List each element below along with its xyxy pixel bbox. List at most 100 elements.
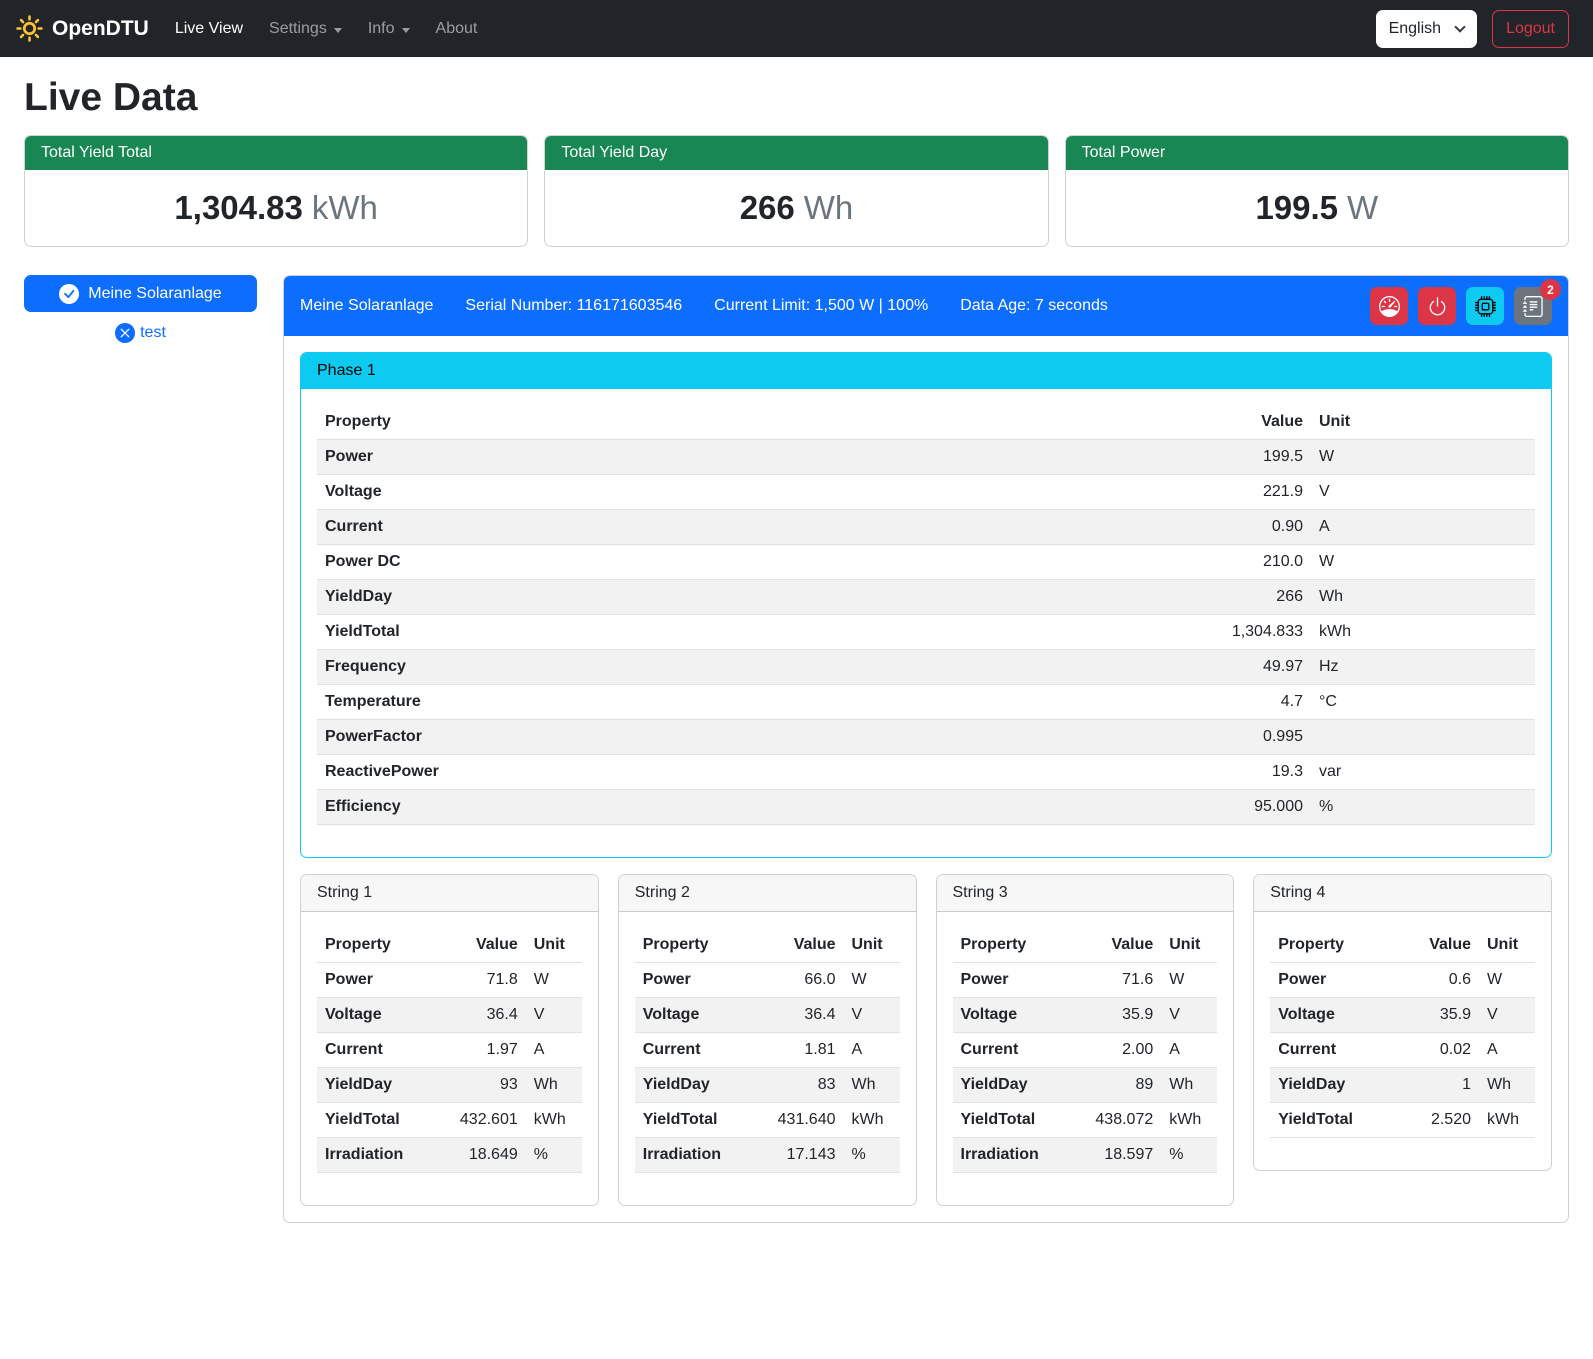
nav-item-info[interactable]: Info bbox=[368, 20, 410, 38]
property-label: Current bbox=[1270, 1033, 1387, 1068]
property-unit: Wh bbox=[1479, 1068, 1535, 1103]
table-row: Temperature4.7°C bbox=[317, 685, 1535, 720]
table-row: Voltage36.4V bbox=[635, 998, 900, 1033]
property-unit: % bbox=[844, 1138, 900, 1173]
property-unit: W bbox=[1479, 963, 1535, 998]
property-value: 19.3 bbox=[1191, 755, 1311, 790]
property-label: PowerFactor bbox=[317, 720, 1191, 755]
property-label: YieldTotal bbox=[953, 1103, 1070, 1138]
property-label: Current bbox=[635, 1033, 752, 1068]
column-header-property: Property bbox=[635, 928, 752, 963]
summary-card-total-yield-total: Total Yield Total 1,304.83kWh bbox=[24, 135, 528, 247]
inverter-actions: 2 bbox=[1370, 287, 1552, 325]
column-header-unit: Unit bbox=[1161, 928, 1217, 963]
nav-item-label: Info bbox=[368, 20, 395, 38]
property-value: 0.995 bbox=[1191, 720, 1311, 755]
property-label: YieldDay bbox=[317, 1068, 434, 1103]
language-select[interactable]: English bbox=[1376, 10, 1477, 48]
property-value: 2.520 bbox=[1387, 1103, 1479, 1138]
table-row: ReactivePower19.3var bbox=[317, 755, 1535, 790]
property-unit: Wh bbox=[1311, 580, 1535, 615]
brand[interactable]: OpenDTU bbox=[16, 15, 149, 42]
event-log-button[interactable]: 2 bbox=[1514, 287, 1552, 325]
table-row: PowerFactor0.995 bbox=[317, 720, 1535, 755]
string-card-title: String 2 bbox=[619, 875, 916, 912]
device-info-button[interactable] bbox=[1466, 287, 1504, 325]
property-value: 89 bbox=[1069, 1068, 1161, 1103]
summary-card-value: 1,304.83 bbox=[174, 189, 302, 226]
property-unit: % bbox=[526, 1138, 582, 1173]
summary-card-value: 266 bbox=[740, 189, 795, 226]
table-row: Current0.90A bbox=[317, 510, 1535, 545]
string-card: String 1 PropertyValueUnitPower71.8WVolta… bbox=[300, 874, 599, 1206]
property-value: 49.97 bbox=[1191, 650, 1311, 685]
property-unit: W bbox=[1161, 963, 1217, 998]
property-value: 93 bbox=[434, 1068, 526, 1103]
property-label: YieldTotal bbox=[317, 1103, 434, 1138]
column-header-unit: Unit bbox=[1479, 928, 1535, 963]
nav-item-settings[interactable]: Settings bbox=[269, 20, 342, 38]
property-value: 1,304.833 bbox=[1191, 615, 1311, 650]
table-row: YieldTotal432.601kWh bbox=[317, 1103, 582, 1138]
nav-item-about[interactable]: About bbox=[436, 20, 478, 38]
table-row: Power0.6W bbox=[1270, 963, 1535, 998]
property-label: Current bbox=[317, 1033, 434, 1068]
property-unit: Hz bbox=[1311, 650, 1535, 685]
property-label: Power bbox=[1270, 963, 1387, 998]
property-label: Power bbox=[635, 963, 752, 998]
nav-item-label: About bbox=[436, 20, 478, 38]
phase-data-table: Property Value Unit Power199.5WVoltage22… bbox=[317, 405, 1535, 825]
property-value: 266 bbox=[1191, 580, 1311, 615]
property-label: YieldDay bbox=[953, 1068, 1070, 1103]
property-label: YieldTotal bbox=[1270, 1103, 1387, 1138]
property-label: Current bbox=[317, 510, 1191, 545]
property-value: 71.6 bbox=[1069, 963, 1161, 998]
property-label: YieldDay bbox=[635, 1068, 752, 1103]
property-value: 35.9 bbox=[1069, 998, 1161, 1033]
property-value: 438.072 bbox=[1069, 1103, 1161, 1138]
table-row: Power71.8W bbox=[317, 963, 582, 998]
page-title: Live Data bbox=[24, 76, 1569, 120]
property-unit: A bbox=[526, 1033, 582, 1068]
inverter-card-header: Meine Solaranlage Serial Number: 1161716… bbox=[284, 276, 1568, 336]
string-card-title: String 1 bbox=[301, 875, 598, 912]
property-unit bbox=[1311, 720, 1535, 755]
property-value: 1.97 bbox=[434, 1033, 526, 1068]
property-unit: % bbox=[1311, 790, 1535, 825]
string-data-table: PropertyValueUnitPower0.6WVoltage35.9VCu… bbox=[1270, 928, 1535, 1138]
column-header-value: Value bbox=[434, 928, 526, 963]
column-header-property: Property bbox=[953, 928, 1070, 963]
inverter-select-button[interactable]: Meine Solaranlage bbox=[24, 275, 257, 312]
property-label: Efficiency bbox=[317, 790, 1191, 825]
summary-card-unit: W bbox=[1347, 189, 1378, 226]
property-value: 95.000 bbox=[1191, 790, 1311, 825]
inverter-alt-label[interactable]: test bbox=[140, 324, 166, 342]
limit-settings-button[interactable] bbox=[1370, 287, 1408, 325]
logout-button[interactable]: Logout bbox=[1492, 10, 1569, 48]
property-value: 83 bbox=[752, 1068, 844, 1103]
power-icon bbox=[1427, 296, 1448, 317]
property-value: 36.4 bbox=[434, 998, 526, 1033]
string-data-table: PropertyValueUnitPower66.0WVoltage36.4VC… bbox=[635, 928, 900, 1173]
property-unit: kWh bbox=[1479, 1103, 1535, 1138]
language-select-value: English bbox=[1389, 20, 1441, 38]
table-row: Power66.0W bbox=[635, 963, 900, 998]
power-toggle-button[interactable] bbox=[1418, 287, 1456, 325]
summary-card-value: 199.5 bbox=[1255, 189, 1338, 226]
table-row: YieldTotal438.072kWh bbox=[953, 1103, 1218, 1138]
inverter-name: Meine Solaranlage bbox=[300, 297, 433, 315]
property-unit: Wh bbox=[844, 1068, 900, 1103]
property-label: Irradiation bbox=[953, 1138, 1070, 1173]
journal-text-icon bbox=[1523, 296, 1544, 317]
string-data-table: PropertyValueUnitPower71.8WVoltage36.4VC… bbox=[317, 928, 582, 1173]
chevron-down-icon bbox=[402, 28, 410, 33]
property-unit: V bbox=[1311, 475, 1535, 510]
table-row: Power199.5W bbox=[317, 440, 1535, 475]
table-row: YieldTotal431.640kWh bbox=[635, 1103, 900, 1138]
property-unit: A bbox=[844, 1033, 900, 1068]
inverter-alt-item[interactable]: test bbox=[24, 323, 257, 343]
string-card: String 3PropertyValueUnitPower71.6WVolta… bbox=[936, 874, 1235, 1206]
nav-item-live-view[interactable]: Live View bbox=[175, 20, 243, 38]
property-value: 2.00 bbox=[1069, 1033, 1161, 1068]
property-unit: V bbox=[844, 998, 900, 1033]
